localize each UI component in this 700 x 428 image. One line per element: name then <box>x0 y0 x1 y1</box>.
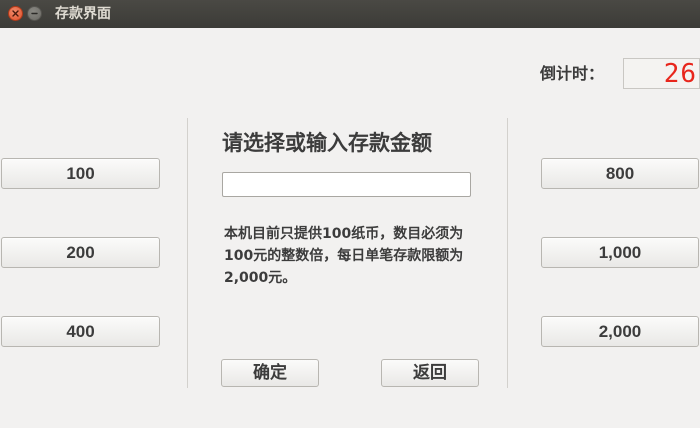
amount-button-800[interactable]: 800 <box>541 158 699 189</box>
window-title: 存款界面 <box>55 6 111 22</box>
minimize-icon <box>31 12 38 15</box>
amount-button-200[interactable]: 200 <box>1 237 160 268</box>
right-divider <box>507 118 508 388</box>
close-window-button[interactable] <box>8 6 23 21</box>
deposit-window: 存款界面 倒计时： 26 100 200 400 请选择或输入存款金额 本机目前… <box>0 0 700 428</box>
close-icon <box>12 10 19 17</box>
amount-button-1000[interactable]: 1,000 <box>541 237 699 268</box>
minimize-window-button[interactable] <box>27 6 42 21</box>
title-bar: 存款界面 <box>0 0 700 28</box>
amount-button-400[interactable]: 400 <box>1 316 160 347</box>
left-divider <box>187 118 188 388</box>
amount-button-100[interactable]: 100 <box>1 158 160 189</box>
deposit-notice: 本机目前只提供100纸币，数目必须为100元的整数倍，每日单笔存款限额为2,00… <box>224 226 464 286</box>
deposit-prompt: 请选择或输入存款金额 <box>222 131 432 155</box>
back-button[interactable]: 返回 <box>381 359 479 387</box>
countdown-label: 倒计时： <box>540 64 605 83</box>
confirm-button[interactable]: 确定 <box>221 359 319 387</box>
amount-input[interactable] <box>222 172 471 197</box>
amount-button-2000[interactable]: 2,000 <box>541 316 699 347</box>
countdown-display: 26 <box>623 58 700 89</box>
countdown-value: 26 <box>663 59 697 89</box>
